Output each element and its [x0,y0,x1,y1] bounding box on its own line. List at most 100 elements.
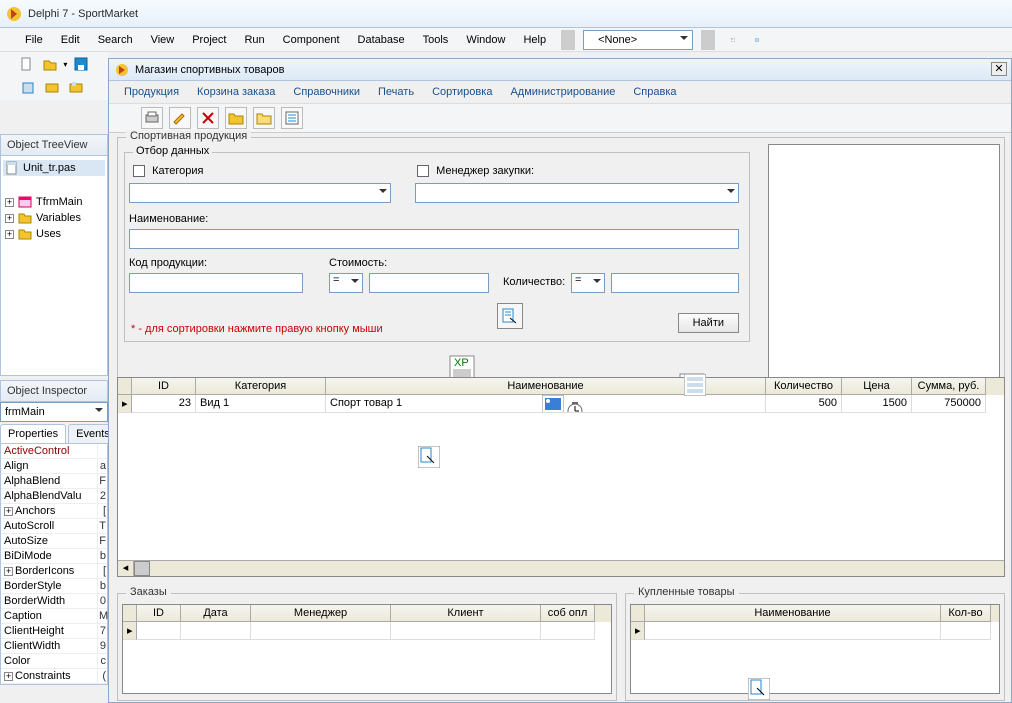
component-image-icon[interactable] [542,395,564,413]
inspector-object-combo[interactable]: frmMain [0,402,108,422]
treeview-body[interactable]: Unit_tr.pas + TfrmMain + Variables + Use… [0,156,108,376]
table-row[interactable]: ▸ [631,622,999,640]
input-name[interactable] [129,229,739,249]
tool-folder-open-icon[interactable] [225,107,247,129]
tool-icon-c[interactable] [66,78,86,98]
menu-search[interactable]: Search [91,32,140,48]
tool-icon-a[interactable] [18,78,38,98]
menu-cart[interactable]: Корзина заказа [190,84,282,100]
open-icon[interactable] [41,54,60,74]
prop-row-borderstyle[interactable]: BorderStyleb [1,579,107,594]
input-code[interactable] [129,273,303,293]
property-list[interactable]: ActiveControlAlignaAlphaBlendFAlphaBlend… [0,444,108,685]
col-order-date[interactable]: Дата [181,605,251,622]
menu-view[interactable]: View [144,32,182,48]
col-bought-qty[interactable]: Кол-во [941,605,991,622]
menu-directories[interactable]: Справочники [286,84,367,100]
prop-value[interactable]: b [97,549,107,563]
find-button[interactable]: Найти [678,313,739,333]
prop-value[interactable]: [ [97,504,107,518]
col-order-payment[interactable]: соб опл [541,605,595,622]
prop-row-autoscroll[interactable]: AutoScrollT [1,519,107,534]
menu-production[interactable]: Продукция [117,84,186,100]
col-id[interactable]: ID [132,378,196,395]
menu-tools[interactable]: Tools [416,32,456,48]
expander-icon[interactable]: + [5,214,14,223]
menu-edit[interactable]: Edit [54,32,87,48]
col-order-manager[interactable]: Менеджер [251,605,391,622]
prop-row-borderwidth[interactable]: BorderWidth0 [1,594,107,609]
expander-icon[interactable]: + [5,198,14,207]
combo-qty-op[interactable]: = [571,273,605,293]
scroll-left-icon[interactable]: ◂ [118,561,134,576]
col-order-client[interactable]: Клиент [391,605,541,622]
prop-value[interactable]: F [97,534,107,548]
scroll-thumb[interactable] [134,561,150,576]
combo-manager[interactable] [415,183,739,203]
component-query2-icon[interactable] [748,678,770,700]
col-price[interactable]: Цена [842,378,912,395]
new-file-icon[interactable] [18,54,37,74]
combo-category[interactable] [129,183,391,203]
checkbox-manager[interactable] [417,165,429,177]
expander-icon[interactable]: + [5,230,14,239]
save-icon[interactable] [71,54,90,74]
col-order-id[interactable]: ID [137,605,181,622]
prop-row-align[interactable]: Aligna [1,459,107,474]
menu-sort[interactable]: Сортировка [425,84,499,100]
menu-help[interactable]: Help [516,32,553,48]
prop-value[interactable]: b [97,579,107,593]
prop-row-bidimode[interactable]: BiDiModeb [1,549,107,564]
menu-window[interactable]: Window [459,32,512,48]
toolbar-btn-2[interactable] [747,30,767,50]
tool-folder-icon[interactable] [253,107,275,129]
prop-row-color[interactable]: Colorc [1,654,107,669]
menu-database[interactable]: Database [351,32,412,48]
prop-value[interactable]: ( [97,669,107,683]
prop-value[interactable] [97,444,107,458]
tree-item-variables[interactable]: + Variables [3,210,105,226]
prop-row-activecontrol[interactable]: ActiveControl [1,444,107,459]
prop-row-clientwidth[interactable]: ClientWidth9 [1,639,107,654]
tree-item-frmmain[interactable]: + TfrmMain [3,194,105,210]
prop-row-caption[interactable]: CaptionM [1,609,107,624]
menu-print[interactable]: Печать [371,84,421,100]
menu-help[interactable]: Справка [626,84,683,100]
prop-value[interactable]: M [97,609,107,623]
prop-value[interactable]: 2 [97,489,107,503]
prop-value[interactable]: F [97,474,107,488]
lookup-button[interactable] [497,303,523,329]
tool-edit-icon[interactable] [169,107,191,129]
tree-unit-file[interactable]: Unit_tr.pas [3,160,105,176]
checkbox-category[interactable] [133,165,145,177]
bought-grid[interactable]: Наименование Кол-во ▸ [630,604,1000,694]
prop-row-bordericons[interactable]: +BorderIcons[ [1,564,107,579]
tool-delete-icon[interactable] [197,107,219,129]
component-palette-combo[interactable]: <None> [583,30,693,50]
component-datasource-icon[interactable] [684,374,706,396]
component-query-icon[interactable] [418,446,440,468]
horizontal-scrollbar[interactable]: ◂ [118,560,1004,576]
prop-row-autosize[interactable]: AutoSizeF [1,534,107,549]
prop-value[interactable]: c [97,654,107,668]
expander-icon[interactable]: + [4,672,13,681]
table-row[interactable]: ▸ 23 Вид 1 Спорт товар 1 500 1500 750000 [118,395,1004,413]
col-sum[interactable]: Сумма, руб. [912,378,986,395]
col-bought-name[interactable]: Наименование [645,605,941,622]
table-row[interactable]: ▸ [123,622,611,640]
tab-properties[interactable]: Properties [0,424,66,443]
prop-value[interactable]: 9 [97,639,107,653]
col-qty[interactable]: Количество [766,378,842,395]
prop-row-alphablendvalu[interactable]: AlphaBlendValu2 [1,489,107,504]
menu-admin[interactable]: Администрирование [503,84,622,100]
prop-row-anchors[interactable]: +Anchors[ [1,504,107,519]
prop-value[interactable]: 7 [97,624,107,638]
combo-cost-op[interactable]: = [329,273,363,293]
menu-component[interactable]: Component [276,32,347,48]
prop-value[interactable]: a [97,459,107,473]
tree-item-uses[interactable]: + Uses [3,226,105,242]
menu-file[interactable]: File [18,32,50,48]
expander-icon[interactable]: + [4,507,13,516]
expander-icon[interactable]: + [4,567,13,576]
prop-value[interactable]: T [97,519,107,533]
